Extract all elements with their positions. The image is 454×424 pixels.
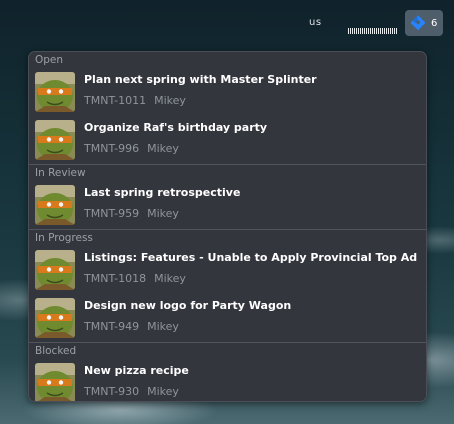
issue-assignee: Mikey bbox=[154, 272, 186, 285]
issue-meta: TMNT-1018 Mikey bbox=[84, 272, 186, 285]
issue-assignee: Mikey bbox=[147, 385, 179, 398]
issue-title: Design new logo for Party Wagon bbox=[84, 299, 292, 312]
issue-assignee: Mikey bbox=[154, 94, 186, 107]
group-header-in-progress: In Progress bbox=[35, 232, 93, 244]
turtle-avatar-icon bbox=[35, 120, 75, 160]
issue-item[interactable]: Plan next spring with Master Splinter TM… bbox=[29, 68, 426, 116]
issue-key: TMNT-959 bbox=[84, 207, 140, 220]
jira-issues-popup: Open Plan next spring with Master Splint… bbox=[28, 51, 427, 402]
issue-title: Last spring retrospective bbox=[84, 186, 241, 199]
issue-title: New pizza recipe bbox=[84, 364, 189, 377]
issue-key: TMNT-1011 bbox=[84, 94, 147, 107]
issue-assignee: Mikey bbox=[147, 142, 179, 155]
issue-title: Listings: Features - Unable to Apply Pro… bbox=[84, 251, 418, 264]
cpu-meter bbox=[348, 28, 398, 34]
jira-logo-icon bbox=[410, 15, 426, 31]
issue-assignee: Mikey bbox=[147, 320, 179, 333]
turtle-avatar-icon bbox=[35, 72, 75, 112]
issue-item[interactable]: Listings: Features - Unable to Apply Pro… bbox=[29, 246, 426, 294]
turtle-avatar-icon bbox=[35, 363, 75, 401]
issue-key: TMNT-930 bbox=[84, 385, 140, 398]
issue-count-badge: 6 bbox=[431, 17, 438, 29]
issue-title: Plan next spring with Master Splinter bbox=[84, 73, 317, 86]
language-indicator[interactable]: us bbox=[309, 17, 322, 28]
issue-meta: TMNT-930 Mikey bbox=[84, 385, 179, 398]
issue-item[interactable]: New pizza recipe TMNT-930 Mikey bbox=[29, 359, 426, 401]
turtle-avatar-icon bbox=[35, 250, 75, 290]
jira-tray-button[interactable]: 6 bbox=[405, 10, 443, 36]
issue-key: TMNT-996 bbox=[84, 142, 140, 155]
issue-meta: TMNT-1011 Mikey bbox=[84, 94, 186, 107]
issue-item[interactable]: Last spring retrospective TMNT-959 Mikey bbox=[29, 181, 426, 229]
issue-key: TMNT-1018 bbox=[84, 272, 147, 285]
issue-item[interactable]: Organize Raf's birthday party TMNT-996 Mi… bbox=[29, 116, 426, 164]
issue-key: TMNT-949 bbox=[84, 320, 140, 333]
group-header-blocked: Blocked bbox=[35, 345, 77, 357]
issue-meta: TMNT-949 Mikey bbox=[84, 320, 179, 333]
issue-item[interactable]: Design new logo for Party Wagon TMNT-949… bbox=[29, 294, 426, 342]
issue-title: Organize Raf's birthday party bbox=[84, 121, 268, 134]
group-header-in-review: In Review bbox=[35, 167, 86, 179]
group-header-open: Open bbox=[35, 54, 64, 66]
issue-meta: TMNT-959 Mikey bbox=[84, 207, 179, 220]
turtle-avatar-icon bbox=[35, 298, 75, 338]
issue-assignee: Mikey bbox=[147, 207, 179, 220]
turtle-avatar-icon bbox=[35, 185, 75, 225]
issue-meta: TMNT-996 Mikey bbox=[84, 142, 179, 155]
top-bar: us 6 bbox=[0, 10, 454, 36]
